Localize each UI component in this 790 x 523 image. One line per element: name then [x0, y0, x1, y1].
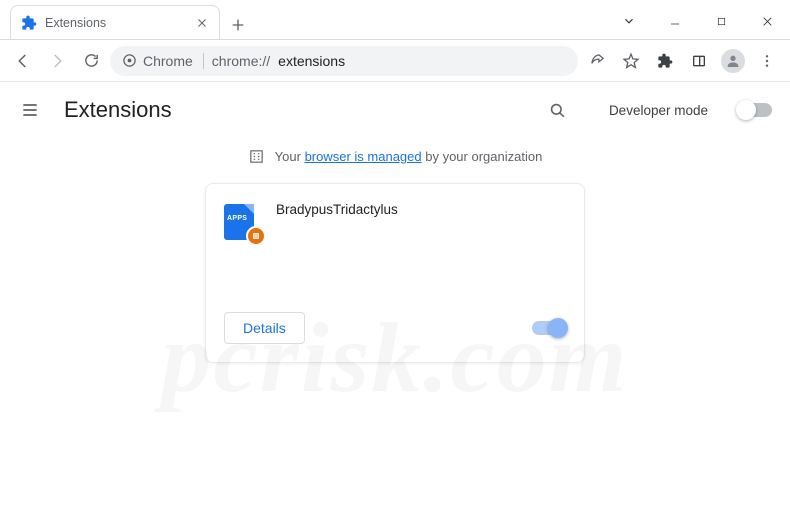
developer-mode-toggle[interactable] [738, 103, 772, 117]
address-bar[interactable]: Chrome chrome:// extensions [110, 46, 578, 76]
extension-card: APPS BradypusTridactylus Details [205, 183, 585, 363]
close-window-button[interactable] [744, 3, 790, 39]
building-icon [248, 148, 265, 165]
managed-badge-icon [246, 226, 266, 246]
extension-name: BradypusTridactylus [276, 202, 398, 272]
developer-mode-label: Developer mode [609, 103, 708, 118]
extension-icon-label: APPS [227, 215, 247, 222]
menu-button[interactable] [18, 98, 42, 122]
close-tab-button[interactable] [195, 16, 209, 30]
share-icon[interactable] [582, 46, 612, 76]
managed-prefix: Your [275, 149, 305, 164]
managed-suffix: by your organization [422, 149, 543, 164]
site-info-chip[interactable]: Chrome [122, 53, 204, 69]
sidepanel-icon[interactable] [684, 46, 714, 76]
extensions-puzzle-icon[interactable] [650, 46, 680, 76]
url-prefix: chrome:// [212, 53, 270, 69]
managed-link[interactable]: browser is managed [305, 149, 422, 164]
minimize-button[interactable] [652, 3, 698, 39]
page-title: Extensions [64, 97, 172, 123]
details-button[interactable]: Details [224, 312, 305, 344]
search-icon[interactable] [543, 95, 573, 125]
chrome-icon [122, 53, 137, 68]
kebab-menu-icon[interactable] [752, 46, 782, 76]
extensions-list: APPS BradypusTridactylus Details [0, 183, 790, 363]
caret-down-icon[interactable] [606, 3, 652, 39]
extension-icon: APPS [224, 204, 260, 240]
managed-text: Your browser is managed by your organiza… [275, 149, 543, 164]
titlebar: Extensions [0, 0, 790, 40]
extension-enable-toggle[interactable] [532, 321, 566, 335]
browser-tab[interactable]: Extensions [10, 5, 220, 39]
back-button[interactable] [8, 46, 38, 76]
new-tab-button[interactable] [224, 11, 252, 39]
forward-button[interactable] [42, 46, 72, 76]
page-header: Extensions Developer mode [0, 82, 790, 138]
puzzle-icon [21, 15, 37, 31]
url-path: extensions [278, 53, 345, 69]
browser-toolbar: Chrome chrome:// extensions [0, 40, 790, 82]
tab-title: Extensions [45, 16, 187, 30]
site-info-label: Chrome [143, 53, 193, 69]
maximize-button[interactable] [698, 3, 744, 39]
profile-avatar[interactable] [718, 46, 748, 76]
managed-banner: Your browser is managed by your organiza… [0, 138, 790, 183]
reload-button[interactable] [76, 46, 106, 76]
toolbar-right [582, 46, 782, 76]
window-controls [606, 3, 790, 39]
bookmark-star-icon[interactable] [616, 46, 646, 76]
